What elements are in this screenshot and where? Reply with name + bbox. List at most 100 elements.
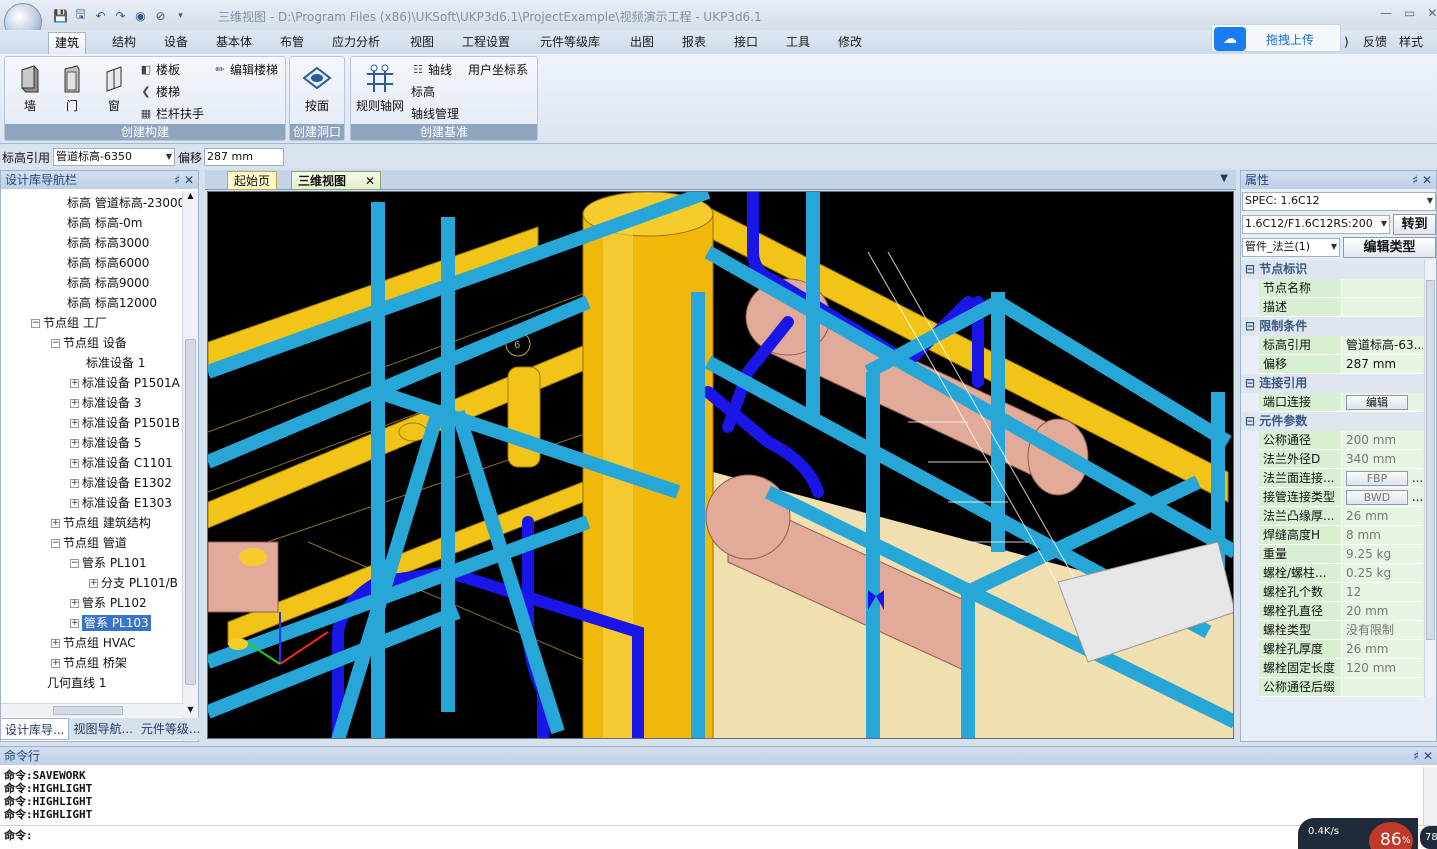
tree-item[interactable]: 标高 标高-0m xyxy=(67,213,142,233)
property-value[interactable]: 12 xyxy=(1341,583,1423,602)
expand-icon[interactable]: + xyxy=(51,659,60,668)
drag-upload-widget[interactable]: ☁ 拖拽上传 xyxy=(1211,24,1341,52)
tree-scroll-thumb[interactable] xyxy=(185,339,196,685)
component-type-select[interactable]: 管件_法兰(1) ▼ xyxy=(1242,238,1340,257)
close-tab-icon[interactable]: ✕ xyxy=(365,172,375,190)
tree-hscrollbar[interactable] xyxy=(1,703,183,717)
property-value[interactable]: 26 mm xyxy=(1341,507,1423,526)
tab-architecture[interactable]: 建筑 xyxy=(48,32,87,54)
pin-icon[interactable]: ♯ xyxy=(174,171,180,189)
property-value[interactable]: 200 mm xyxy=(1341,431,1423,450)
property-row[interactable]: 法兰外径D 340 mm xyxy=(1241,450,1425,469)
property-row[interactable]: 标高引用 管道标高-63... xyxy=(1241,336,1425,355)
scroll-up-icon[interactable]: ▲ xyxy=(184,191,197,203)
tab-drawing[interactable]: 出图 xyxy=(624,32,660,54)
tab-primitives[interactable]: 基本体 xyxy=(210,32,258,54)
tree-item[interactable]: + 标准设备 P1501A xyxy=(70,373,180,393)
property-button[interactable]: BWD xyxy=(1346,490,1408,505)
close-button[interactable]: ✕ xyxy=(1427,6,1437,20)
collapse-icon[interactable]: − xyxy=(51,339,60,348)
tree-item[interactable]: + 标准设备 E1302 xyxy=(70,473,172,493)
property-row[interactable]: 法兰面连接... FBP ... xyxy=(1241,469,1425,488)
axis-manage-button[interactable]: 轴线管理 xyxy=(411,105,459,122)
property-value[interactable]: 340 mm xyxy=(1341,450,1423,469)
expand-icon[interactable]: + xyxy=(70,379,79,388)
property-value[interactable] xyxy=(1341,298,1423,317)
expand-icon[interactable]: + xyxy=(70,479,79,488)
goto-button[interactable]: 转到 xyxy=(1393,214,1436,235)
tree-item[interactable]: 标高 管道标高-23000 xyxy=(67,193,183,213)
tab-view-navigator[interactable]: 视图导航... xyxy=(69,718,136,740)
property-category[interactable]: ⊟ 元件参数 xyxy=(1241,412,1425,431)
tree-scrollbar[interactable]: ▲ ▼ xyxy=(182,191,198,741)
tab-structure[interactable]: 结构 xyxy=(106,32,142,54)
property-value[interactable]: 9.25 kg xyxy=(1341,545,1423,564)
expand-icon[interactable]: + xyxy=(70,419,79,428)
property-row[interactable]: 描述 xyxy=(1241,298,1425,317)
command-input-row[interactable]: 命令: xyxy=(0,825,1437,845)
property-row[interactable]: 公称通径后缀 xyxy=(1241,678,1425,697)
expand-icon[interactable]: + xyxy=(70,599,79,608)
property-value[interactable]: FBP ... xyxy=(1341,469,1423,488)
regular-grid-button[interactable]: 规则轴网 xyxy=(355,63,405,114)
tree-item[interactable]: + 节点组 HVAC xyxy=(51,633,136,653)
property-category[interactable]: ⊟ 节点标识 xyxy=(1241,260,1425,279)
tree-item[interactable]: + 标准设备 5 xyxy=(70,433,141,453)
tab-component-library[interactable]: 元件等级库 xyxy=(534,32,606,54)
spec-class-select[interactable]: 1.6C12/F1.6C12RS:200 ▼ xyxy=(1242,215,1390,234)
show-icon[interactable]: ◉ xyxy=(132,7,149,24)
property-value[interactable]: 管道标高-63... xyxy=(1341,336,1423,355)
tree-item[interactable]: + 管系 PL102 xyxy=(70,593,147,613)
pin-icon[interactable]: ♯ xyxy=(1412,171,1418,189)
tree-item[interactable]: + 节点组 桥架 xyxy=(51,653,127,673)
property-button[interactable]: 编辑 xyxy=(1346,395,1408,410)
tab-component-class[interactable]: 元件等级... xyxy=(137,718,204,740)
collapse-icon[interactable]: − xyxy=(31,319,40,328)
expand-icon[interactable]: + xyxy=(70,459,79,468)
property-value[interactable]: BWD ... xyxy=(1341,488,1423,507)
tab-equipment[interactable]: 设备 xyxy=(158,32,194,54)
tab-view[interactable]: 视图 xyxy=(404,32,440,54)
door-button[interactable]: 门 xyxy=(57,63,87,114)
property-value[interactable] xyxy=(1341,279,1423,298)
property-row[interactable]: 螺栓/螺柱... 0.25 kg xyxy=(1241,564,1425,583)
property-row[interactable]: 螺栓固定长度 120 mm xyxy=(1241,659,1425,678)
minimize-button[interactable]: — xyxy=(1380,6,1392,20)
feedback-link[interactable]: 反馈 xyxy=(1357,32,1393,54)
property-row[interactable]: 端口连接 编辑 xyxy=(1241,393,1425,412)
window-button[interactable]: 窗 xyxy=(99,63,129,114)
property-row[interactable]: 螺栓孔个数 12 xyxy=(1241,583,1425,602)
tab-piping[interactable]: 布管 xyxy=(274,32,310,54)
tab-list-icon[interactable]: ▼ xyxy=(1220,173,1228,184)
spec-select[interactable]: SPEC: 1.6C12 ▼ xyxy=(1242,192,1436,211)
tab-modify[interactable]: 修改 xyxy=(832,32,868,54)
tab-stress-analysis[interactable]: 应力分析 xyxy=(326,32,386,54)
property-scroll-thumb[interactable] xyxy=(1426,280,1435,640)
property-value[interactable]: 8 mm xyxy=(1341,526,1423,545)
tree-item[interactable]: − 节点组 管道 xyxy=(51,533,127,553)
property-value[interactable]: 20 mm xyxy=(1341,602,1423,621)
tree-item[interactable]: 标准设备 1 xyxy=(86,353,145,373)
tree-item[interactable]: 标高 标高6000 xyxy=(67,253,149,273)
by-face-button[interactable]: 按面 xyxy=(296,63,338,114)
offset-input[interactable]: 287 mm xyxy=(204,148,284,166)
hide-icon[interactable]: ⊘ xyxy=(152,7,169,24)
tree-item[interactable]: + 标准设备 E1303 xyxy=(70,493,172,513)
property-value[interactable] xyxy=(1341,678,1423,697)
ellipsis-icon[interactable]: ... xyxy=(1408,471,1423,485)
save-icon[interactable]: 💾 xyxy=(52,7,69,24)
redo-icon[interactable]: ↷ xyxy=(112,7,129,24)
tree-item[interactable]: + 分支 PL101/B xyxy=(89,573,178,593)
tree-item[interactable]: 几何直线 1 xyxy=(47,673,106,693)
style-menu[interactable]: 样式 xyxy=(1393,32,1429,54)
restore-button[interactable]: ▭ xyxy=(1404,6,1415,20)
tree-item[interactable]: + 标准设备 3 xyxy=(70,393,141,413)
collapse-icon[interactable]: − xyxy=(70,559,79,568)
ucs-button[interactable]: 用户坐标系 xyxy=(468,61,528,78)
property-value[interactable]: 26 mm xyxy=(1341,640,1423,659)
property-value[interactable]: 没有限制 xyxy=(1341,621,1423,640)
tree-item[interactable]: 标高 标高12000 xyxy=(67,293,157,313)
property-value[interactable]: 287 mm xyxy=(1341,355,1423,374)
close-icon[interactable]: ✕ xyxy=(184,171,194,189)
elevation-button[interactable]: 标高 xyxy=(411,83,435,100)
